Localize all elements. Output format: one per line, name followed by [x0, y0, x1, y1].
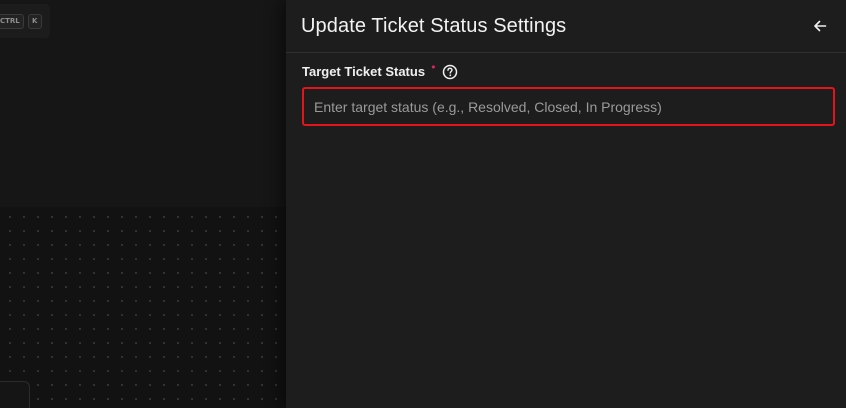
kbd-ctrl: CTRL: [0, 13, 24, 29]
back-button[interactable]: [810, 16, 830, 36]
workflow-canvas[interactable]: CTRL K: [0, 0, 286, 408]
kbd-k: K: [27, 13, 42, 29]
panel-body: Target Ticket Status •: [286, 53, 846, 126]
search-shortcut-hint[interactable]: CTRL K: [0, 4, 50, 38]
canvas-node[interactable]: [0, 381, 30, 408]
settings-panel: Update Ticket Status Settings Target Tic…: [286, 0, 846, 408]
target-status-input[interactable]: [302, 87, 835, 126]
panel-header: Update Ticket Status Settings: [286, 0, 846, 53]
canvas-toolbar-area: CTRL K: [0, 0, 286, 207]
canvas-dot-grid[interactable]: [0, 207, 286, 408]
target-status-label: Target Ticket Status: [302, 64, 426, 79]
question-circle-icon[interactable]: [442, 64, 458, 80]
app-root: CTRL K Update Ticket Status Settings Tar…: [0, 0, 846, 408]
arrow-left-icon: [814, 20, 827, 32]
panel-title: Update Ticket Status Settings: [301, 14, 567, 37]
required-marker: •: [430, 61, 437, 74]
field-label-row: Target Ticket Status •: [302, 61, 830, 80]
